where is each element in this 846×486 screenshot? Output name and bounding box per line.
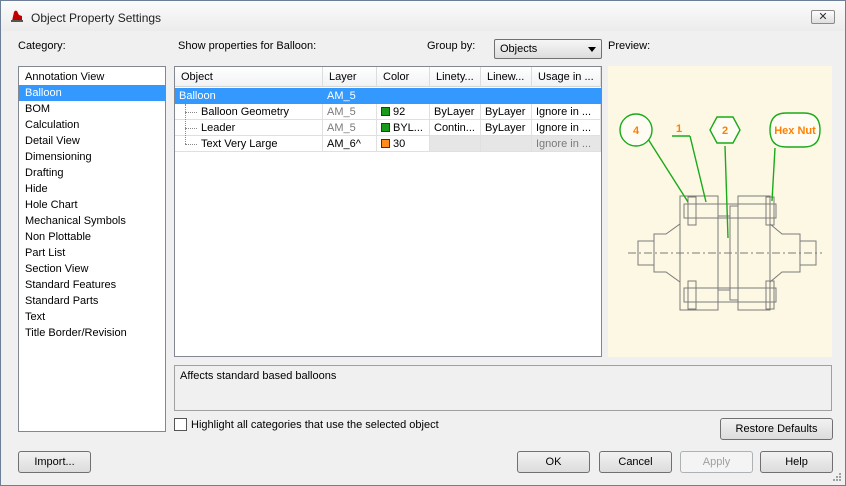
category-item[interactable]: Drafting [19,165,165,181]
table-row[interactable]: Leader AM_5 BYL... Contin... ByLayer Ign… [175,120,601,136]
category-item[interactable]: Hole Chart [19,197,165,213]
import-button[interactable]: Import... [18,451,91,473]
cell-color[interactable]: BYL... [377,120,430,136]
cell-linetype [430,136,481,152]
cell-object: Leader [175,120,323,136]
property-grid: Object Layer Color Linety... Linew... Us… [174,66,602,357]
resize-grip-icon[interactable] [832,472,842,482]
category-item[interactable]: Part List [19,245,165,261]
category-item[interactable]: Hide [19,181,165,197]
tree-connector [185,104,186,144]
description-box: Affects standard based balloons [174,365,832,411]
balloon-label: 4 [633,125,640,137]
leader-line [647,138,689,203]
window-title: Object Property Settings [31,11,162,25]
highlight-checkbox[interactable] [174,418,187,431]
help-button[interactable]: Help [760,451,833,473]
tree-connector [185,128,197,129]
category-label: Category: [18,40,66,52]
column-header-usage[interactable]: Usage in ... [532,67,601,87]
preview-label: Preview: [608,40,651,52]
restore-defaults-button[interactable]: Restore Defaults [720,418,833,440]
cell-linetype[interactable]: Contin... [430,120,481,136]
balloon-label: 1 [676,123,682,135]
cell-lineweight[interactable]: ByLayer [481,104,532,120]
cell-usage: Ignore in ... [532,136,601,152]
tree-connector [185,112,197,113]
cell-layer[interactable]: AM_5 [323,120,377,136]
nut-top-left [687,196,697,226]
category-item[interactable]: Non Plottable [19,229,165,245]
column-header-lineweight[interactable]: Linew... [481,67,532,87]
cell-layer[interactable]: AM_5 [323,88,377,104]
highlight-checkbox-label[interactable]: Highlight all categories that use the se… [191,419,439,431]
category-item[interactable]: Text [19,309,165,325]
table-row[interactable]: Text Very Large AM_6^ 30 Ignore in ... [175,136,601,152]
app-icon [11,10,23,22]
nut-bottom-left [687,280,697,310]
table-row[interactable]: Balloon Geometry AM_5 92 ByLayer ByLayer… [175,104,601,120]
description-text: Affects standard based balloons [180,370,337,382]
category-item[interactable]: Section View [19,261,165,277]
color-swatch [381,123,390,132]
cell-layer[interactable]: AM_6^ [323,136,377,152]
category-item[interactable]: BOM [19,101,165,117]
category-item[interactable]: Detail View [19,133,165,149]
category-item-selected[interactable]: Balloon [19,85,165,101]
category-item[interactable]: Calculation [19,117,165,133]
category-item[interactable]: Annotation View [19,69,165,85]
category-item[interactable]: Title Border/Revision [19,325,165,341]
cell-object: Balloon [179,90,216,102]
cell-usage[interactable]: Ignore in ... [532,104,601,120]
category-item[interactable]: Mechanical Symbols [19,213,165,229]
preview-panel: 4 1 2 Hex Nut [608,66,832,357]
group-by-value: Objects [500,43,538,55]
leader-line [771,147,776,202]
cell-color[interactable] [377,88,430,104]
category-item[interactable]: Standard Parts [19,293,165,309]
chevron-down-icon [588,47,596,52]
show-properties-label: Show properties for Balloon: [178,40,317,52]
tree-connector [185,144,197,145]
cell-usage[interactable] [532,88,601,104]
apply-button[interactable]: Apply [680,451,753,473]
balloon-label: 2 [722,125,728,137]
category-list[interactable]: Annotation View Balloon BOM Calculation … [18,66,166,432]
cancel-button[interactable]: Cancel [599,451,672,473]
ok-button[interactable]: OK [517,451,590,473]
cell-usage[interactable]: Ignore in ... [532,120,601,136]
cell-color[interactable]: 92 [377,104,430,120]
dialog-window: Object Property Settings ✕ Category: Sho… [0,0,846,486]
cell-lineweight[interactable]: ByLayer [481,120,532,136]
cell-layer[interactable]: AM_5 [323,104,377,120]
group-by-select[interactable]: Objects [494,39,602,59]
cell-lineweight[interactable] [481,88,532,104]
table-row[interactable]: Balloon AM_5 [175,88,601,104]
category-item[interactable]: Standard Features [19,277,165,293]
color-value: BYL... [393,122,423,134]
grid-header: Object Layer Color Linety... Linew... Us… [175,67,601,87]
group-by-label: Group by: [427,40,476,52]
cell-object: Balloon Geometry [175,104,323,120]
cell-lineweight [481,136,532,152]
cell-linetype[interactable]: ByLayer [430,104,481,120]
color-value: 92 [393,106,406,118]
close-button[interactable]: ✕ [811,10,835,24]
balloon-label: Hex Nut [774,125,816,137]
column-header-color[interactable]: Color [377,67,430,87]
color-swatch [381,107,390,116]
cell-object: Text Very Large [175,136,323,152]
color-swatch [381,139,390,148]
column-header-layer[interactable]: Layer [323,67,377,87]
category-item[interactable]: Dimensioning [19,149,165,165]
column-header-object[interactable]: Object [175,67,323,87]
title-bar: Object Property Settings ✕ [1,1,845,31]
leader-line [689,135,707,203]
cell-color[interactable]: 30 [377,136,430,152]
cell-linetype[interactable] [430,88,481,104]
balloon-preview-drawing: 4 1 2 Hex Nut [619,112,822,311]
column-header-linetype[interactable]: Linety... [430,67,481,87]
color-value: 30 [393,138,406,150]
leader-line [724,145,729,239]
